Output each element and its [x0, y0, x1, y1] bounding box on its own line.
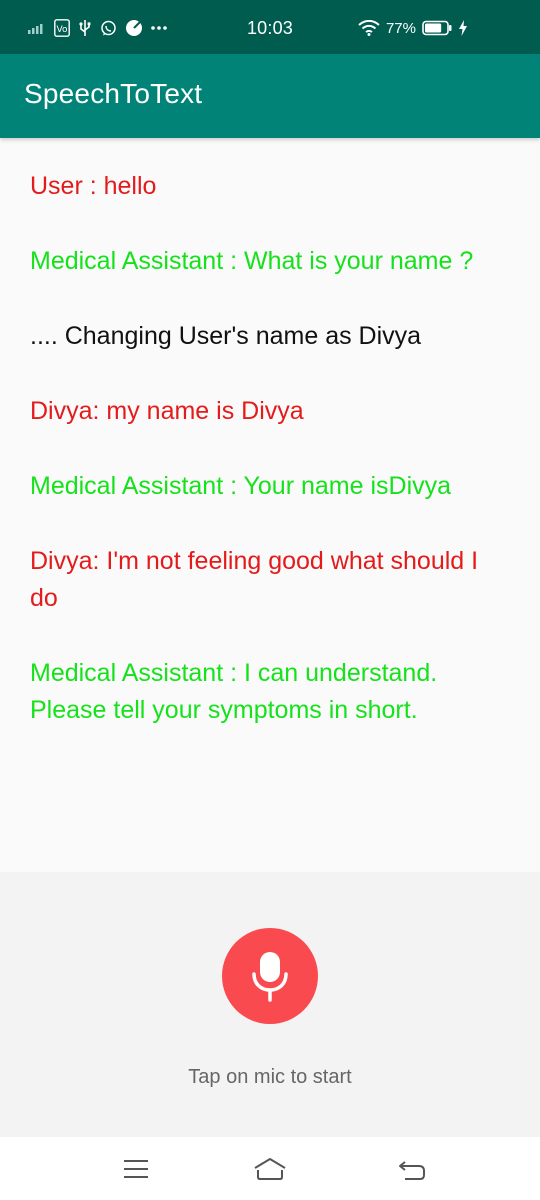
message-user: Divya: my name is Divya [30, 397, 304, 425]
app-title: SpeechToText [24, 78, 203, 109]
message-assistant: Medical Assistant : What is your name ? [30, 247, 474, 275]
wifi-icon [358, 20, 380, 36]
navigation-bar [0, 1137, 540, 1200]
charging-icon [459, 20, 467, 36]
message-assistant: Medical Assistant : I can understand. Pl… [30, 659, 438, 724]
back-button[interactable] [392, 1154, 432, 1184]
battery-icon [422, 20, 452, 36]
app-bar: SpeechToText [0, 54, 540, 138]
menu-button[interactable] [116, 1154, 156, 1184]
menu-icon [124, 1160, 148, 1178]
back-icon [399, 1161, 425, 1180]
battery-percent: 77% [385, 19, 416, 37]
message-assistant: Medical Assistant : Your name isDivya [30, 472, 452, 500]
message-system: .... Changing User's name as Divya [30, 322, 422, 350]
status-bar: Vo 10:03 77% [0, 0, 540, 54]
conversation-list: User : hello Medical Assistant : What is… [30, 168, 510, 767]
microphone-icon [252, 952, 288, 1002]
status-icons-right: 77% [358, 17, 468, 39]
mic-button[interactable] [222, 928, 318, 1024]
mic-hint-text: Tap on mic to start [188, 1066, 352, 1088]
home-icon [254, 1158, 286, 1180]
message-user: Divya: I'm not feeling good what should … [30, 547, 479, 612]
message-user: User : hello [30, 172, 157, 200]
bottom-panel: Tap on mic to start [0, 872, 540, 1137]
home-button[interactable] [250, 1154, 290, 1184]
